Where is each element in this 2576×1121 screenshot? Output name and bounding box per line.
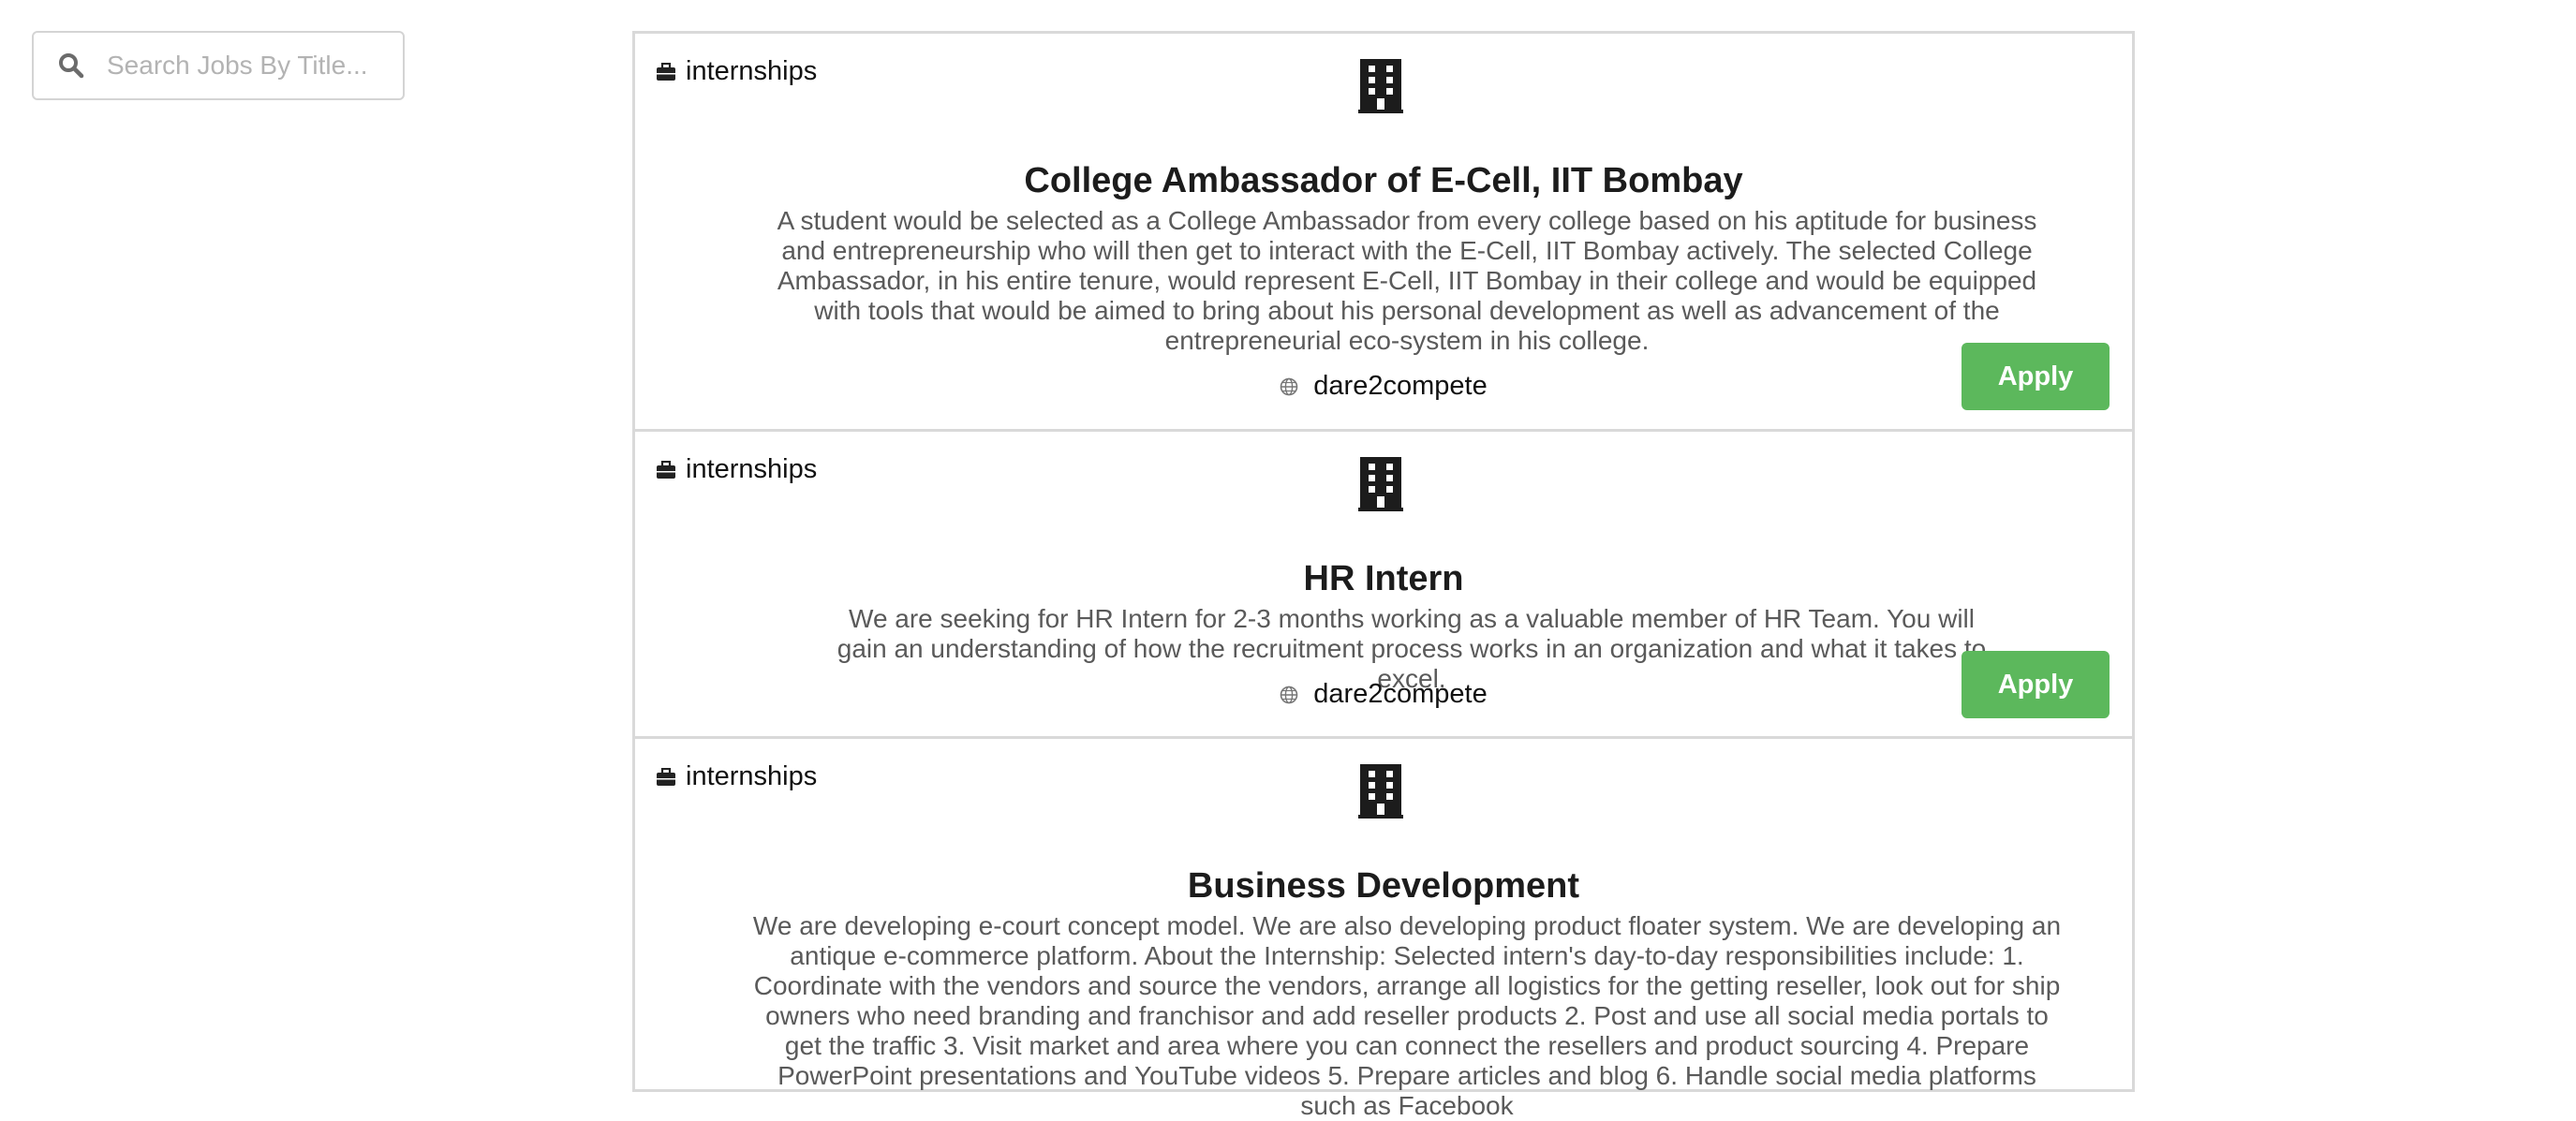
job-category: internships <box>656 761 817 792</box>
company-name: dare2compete <box>1313 679 1488 709</box>
job-category-label: internships <box>686 56 818 86</box>
job-card: internships College Ambassador of E-Cell… <box>632 31 2135 432</box>
building-icon <box>1358 457 1403 511</box>
job-title: HR Intern <box>1303 559 1464 598</box>
job-description: We are developing e-court concept model.… <box>752 911 2062 1120</box>
briefcase-icon <box>657 767 675 786</box>
search-box[interactable] <box>32 31 405 100</box>
globe-icon <box>1280 686 1298 703</box>
job-category: internships <box>656 56 817 87</box>
apply-button[interactable]: Apply <box>1962 343 2110 410</box>
job-category: internships <box>656 454 817 485</box>
job-card: internships HR Intern We are seeking for… <box>632 429 2135 739</box>
job-description: A student would be selected as a College… <box>777 206 2037 355</box>
company: dare2compete <box>635 371 2132 402</box>
job-category-label: internships <box>686 761 818 791</box>
job-title: College Ambassador of E-Cell, IIT Bombay <box>1024 161 1743 200</box>
search-icon <box>58 52 84 79</box>
apply-button[interactable]: Apply <box>1962 651 2110 718</box>
briefcase-icon <box>657 460 675 479</box>
job-category-label: internships <box>686 454 818 484</box>
globe-icon <box>1280 377 1298 395</box>
building-icon <box>1358 764 1403 819</box>
job-list: internships College Ambassador of E-Cell… <box>632 31 2135 1120</box>
company-name: dare2compete <box>1313 371 1488 401</box>
company: dare2compete <box>635 679 2132 710</box>
building-icon <box>1358 59 1403 113</box>
briefcase-icon <box>657 62 675 81</box>
job-title: Business Development <box>1187 866 1580 906</box>
search-input[interactable] <box>105 50 390 81</box>
job-card: internships Business Development We are … <box>632 736 2135 1120</box>
